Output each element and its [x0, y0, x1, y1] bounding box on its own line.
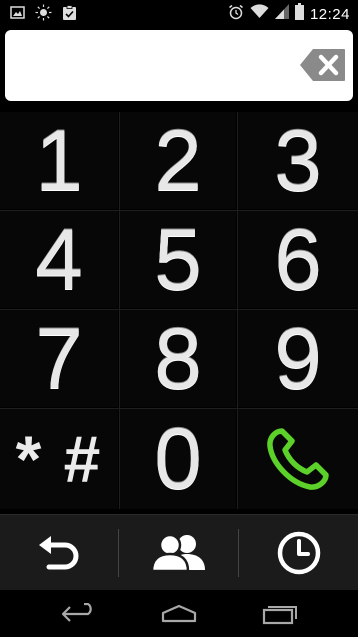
call-button[interactable] — [238, 409, 358, 509]
key-1[interactable]: 1 — [0, 112, 118, 209]
key-2[interactable]: 2 — [120, 112, 236, 209]
key-0-label: 0 — [154, 411, 202, 507]
grid-divider — [237, 112, 238, 509]
key-5[interactable]: 5 — [120, 211, 236, 308]
key-6[interactable]: 6 — [238, 211, 358, 308]
key-6-label: 6 — [274, 211, 322, 308]
clock-icon — [277, 531, 320, 574]
phone-call-icon — [267, 428, 329, 490]
contacts-button[interactable] — [119, 515, 238, 590]
undo-icon — [39, 535, 79, 569]
call-log-button[interactable] — [239, 515, 358, 590]
key-9-label: 9 — [274, 310, 322, 407]
status-left — [10, 4, 77, 26]
key-star-hash[interactable]: * # — [0, 409, 118, 509]
grid-divider — [0, 210, 358, 211]
back-button[interactable] — [30, 590, 130, 637]
key-4[interactable]: 4 — [0, 211, 118, 308]
phone-number-input[interactable] — [5, 30, 353, 101]
navigation-bar — [0, 590, 358, 637]
brightness-icon — [35, 4, 52, 26]
key-0[interactable]: 0 — [120, 409, 236, 509]
status-time: 12:24 — [309, 5, 350, 23]
key-3-label: 3 — [274, 112, 322, 209]
recents-icon — [262, 605, 297, 624]
grid-divider — [0, 309, 358, 310]
key-5-label: 5 — [154, 211, 202, 308]
key-2-label: 2 — [154, 112, 202, 209]
key-4-label: 4 — [35, 211, 83, 308]
key-star-hash-label: * # — [15, 422, 103, 496]
grid-divider — [0, 408, 358, 409]
contacts-icon — [150, 533, 205, 572]
grid-divider — [119, 112, 120, 509]
wifi-icon — [250, 4, 269, 24]
status-bar: 12:24 — [0, 0, 358, 26]
action-bar — [0, 514, 358, 590]
status-right: 12:24 — [228, 3, 350, 25]
key-8[interactable]: 8 — [120, 310, 236, 407]
home-button[interactable] — [129, 590, 229, 637]
image-icon — [10, 5, 25, 25]
key-1-label: 1 — [35, 112, 83, 209]
recents-button[interactable] — [230, 590, 330, 637]
back-icon — [61, 602, 92, 622]
key-3[interactable]: 3 — [238, 112, 358, 209]
alarm-icon — [228, 4, 244, 25]
key-7-label: 7 — [35, 310, 83, 407]
dial-keypad: 1 2 3 4 5 6 7 8 9 * # 0 — [0, 112, 358, 509]
backspace-button[interactable] — [299, 48, 346, 82]
clipboard-check-icon — [62, 4, 77, 26]
backspace-icon — [300, 49, 345, 81]
undo-button[interactable] — [0, 515, 118, 590]
key-8-label: 8 — [154, 310, 202, 407]
battery-icon — [294, 3, 304, 25]
key-9[interactable]: 9 — [238, 310, 358, 407]
home-icon — [161, 604, 197, 622]
signal-icon — [274, 4, 289, 24]
key-7[interactable]: 7 — [0, 310, 118, 407]
